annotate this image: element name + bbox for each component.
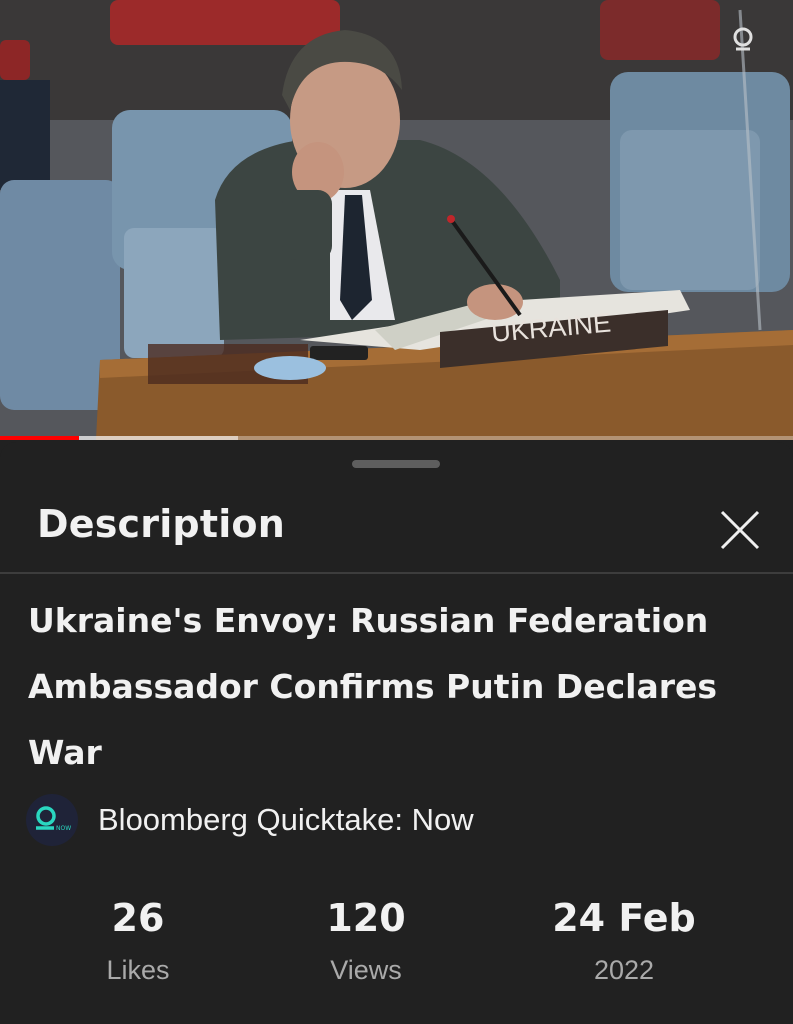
quicktake-watermark-icon (733, 27, 753, 51)
channel-avatar[interactable]: NOW (26, 794, 78, 846)
close-icon (720, 510, 760, 550)
drag-handle[interactable] (352, 460, 440, 468)
views-count: 120 (326, 896, 406, 940)
video-player[interactable]: UKRAINE (0, 0, 793, 440)
stat-likes: 26 Likes (88, 894, 188, 998)
progress-played (0, 436, 80, 440)
publish-year: 2022 (593, 955, 655, 985)
likes-count: 26 (111, 896, 165, 940)
sheet-header: Description (0, 482, 793, 574)
stat-date: 24 Feb 2022 (534, 894, 714, 998)
likes-label: Likes (106, 955, 170, 985)
publish-date: 24 Feb (552, 896, 696, 940)
quicktake-now-logo-icon: NOW (36, 806, 71, 832)
video-frame (0, 0, 793, 440)
channel-name[interactable]: Bloomberg Quicktake: Now (98, 802, 474, 838)
stat-views: 120 Views (306, 894, 426, 998)
sheet-title: Description (37, 502, 285, 546)
close-button[interactable] (708, 498, 772, 562)
progress-bar[interactable] (0, 436, 793, 440)
channel-link[interactable]: NOW Bloomberg Quicktake: Now (26, 792, 474, 848)
description-sheet: Description Ukraine's Envoy: Russian Fed… (0, 442, 793, 1024)
views-label: Views (330, 955, 402, 985)
video-title: Ukraine's Envoy: Russian Federation Amba… (28, 601, 718, 772)
svg-text:NOW: NOW (56, 825, 71, 832)
